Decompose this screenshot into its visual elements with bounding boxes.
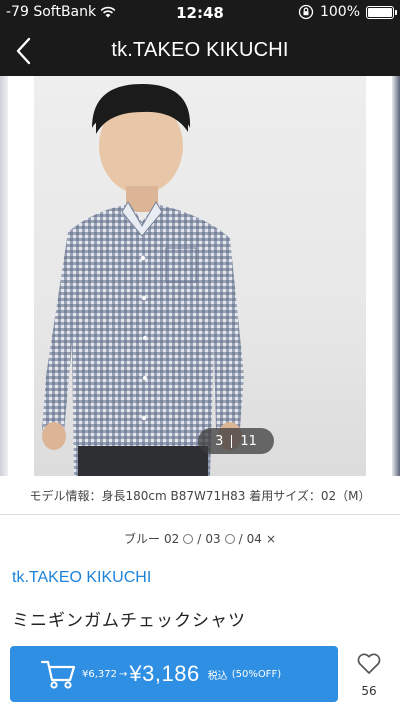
current-image-number: 3	[215, 433, 224, 449]
original-price: ¥6,372	[82, 668, 117, 680]
favorite-button[interactable]: 56	[352, 652, 386, 700]
variant-size-03: 03	[205, 531, 221, 546]
tax-label: 税込	[207, 670, 228, 682]
variant-size-04: 04	[246, 531, 262, 546]
product-name: ミニギンガムチェックシャツ	[12, 611, 246, 631]
total-image-count: 11	[240, 433, 257, 449]
add-to-cart-button[interactable]: ¥6,372 → ¥3,186 税込 (50%OFF)	[10, 646, 338, 702]
model-photo-illustration	[42, 84, 244, 476]
available-circle-icon	[224, 533, 235, 544]
variant-size-02: 02	[164, 531, 180, 546]
status-bar: -79 SoftBank 12:48 100%	[0, 0, 400, 26]
variant-separator: /	[197, 531, 202, 546]
variant-separator: /	[238, 531, 243, 546]
nav-bar: tk.TAKEO KIKUCHI	[0, 26, 400, 76]
brand-link[interactable]: tk.TAKEO KIKUCHI	[12, 569, 151, 587]
heart-icon	[357, 653, 381, 674]
cart-icon	[40, 660, 76, 689]
available-circle-icon	[183, 533, 194, 544]
orientation-lock-icon	[298, 4, 314, 20]
unavailable-mark: ×	[265, 531, 276, 546]
variant-availability[interactable]: ブルー 02 / 03 / 04 ×	[0, 530, 400, 547]
sale-price: ¥3,186	[129, 661, 200, 686]
next-image-peek[interactable]	[392, 76, 400, 476]
battery-percent: 100%	[319, 4, 360, 20]
counter-divider	[231, 434, 233, 448]
nav-title: tk.TAKEO KIKUCHI	[111, 39, 289, 61]
battery-icon	[366, 5, 397, 19]
image-page-counter: 3 11	[198, 428, 274, 454]
battery-fill	[368, 7, 392, 17]
section-divider	[0, 514, 400, 515]
product-gallery[interactable]: 3 11	[0, 76, 400, 478]
previous-image-peek[interactable]	[0, 76, 8, 476]
price-arrow: →	[119, 668, 128, 680]
model-info: モデル情報：身長180cm B87W71H83 着用サイズ：02（M）	[29, 489, 371, 503]
discount-label: (50%OFF)	[231, 668, 282, 680]
favorite-count: 56	[361, 684, 377, 698]
variant-color: ブルー	[123, 532, 160, 546]
status-right: 100%	[298, 4, 397, 20]
product-photo[interactable]: 3 11	[34, 76, 366, 476]
